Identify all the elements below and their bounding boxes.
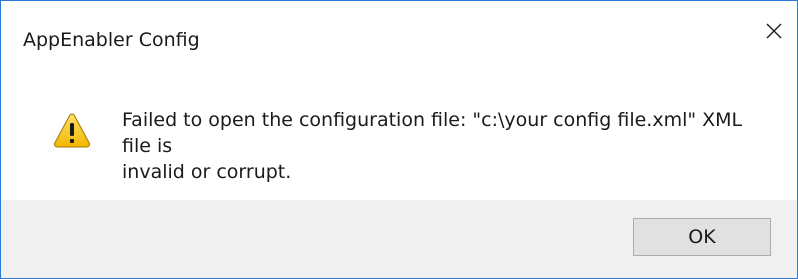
dialog-footer: OK — [1, 200, 797, 278]
close-button[interactable] — [751, 1, 797, 61]
window-title: AppEnabler Config — [23, 29, 200, 51]
close-icon — [766, 23, 782, 39]
error-message: Failed to open the configuration file: "… — [122, 109, 743, 183]
ok-button[interactable]: OK — [633, 218, 771, 256]
warning-icon — [53, 112, 91, 148]
title-bar: AppEnabler Config — [1, 1, 797, 61]
message-dialog: AppEnabler Config Failed to open the con… — [0, 0, 798, 279]
dialog-content: Failed to open the configuration file: "… — [1, 61, 797, 201]
